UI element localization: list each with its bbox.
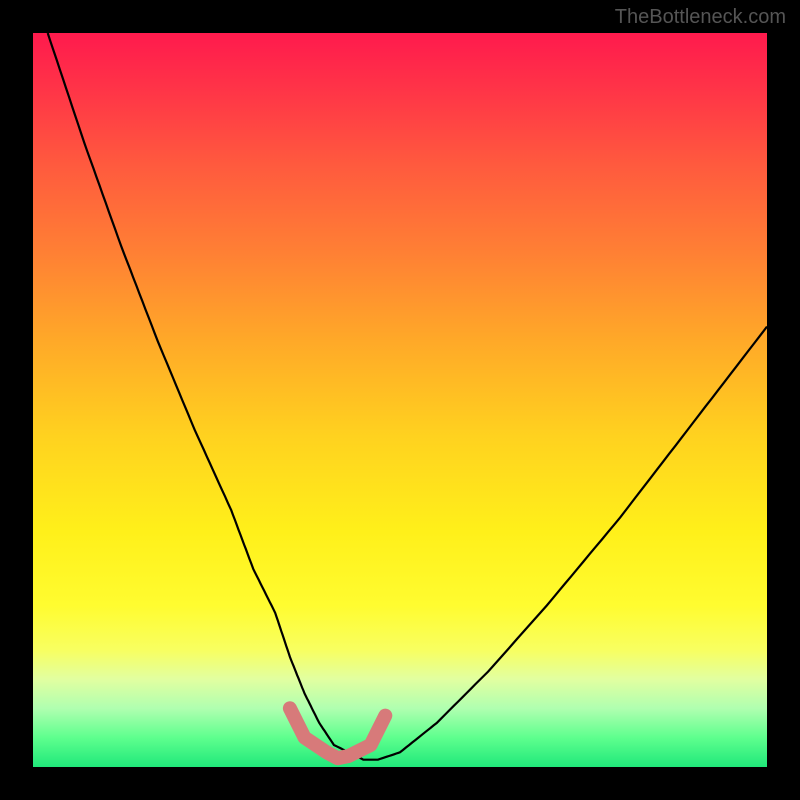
bottleneck-curve: [48, 33, 767, 760]
plot-area: [33, 33, 767, 767]
flat-region-highlight: [290, 708, 385, 758]
watermark-text: TheBottleneck.com: [615, 6, 786, 29]
chart-svg: [33, 33, 767, 767]
